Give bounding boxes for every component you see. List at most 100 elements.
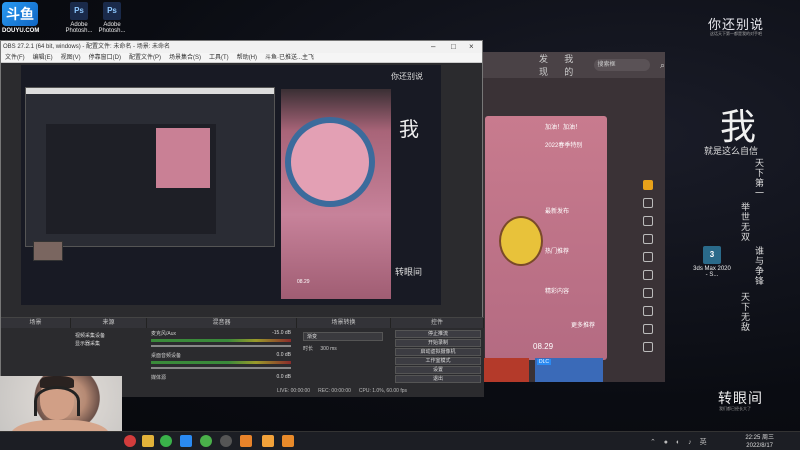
gamepad-icon[interactable] <box>643 180 653 190</box>
controller-icon[interactable] <box>643 198 653 208</box>
obs-titlebar: OBS 27.2.1 (64 bit, windows) - 配置文件: 未命名… <box>1 41 482 53</box>
app-icon[interactable] <box>282 435 294 447</box>
wallpaper-column: 天下无敌 <box>739 292 749 332</box>
menu-item[interactable]: 场景集合(S) <box>169 53 201 62</box>
3dsmax-icon: 3 <box>703 246 721 264</box>
transitions-dock-header: 场景转换 <box>297 318 391 328</box>
transition-select[interactable]: 渐变 <box>303 332 383 341</box>
settings-button[interactable]: 设置 <box>395 366 481 374</box>
thumbnail[interactable] <box>481 358 529 382</box>
photoshop-icon: Ps <box>70 2 88 20</box>
bag-icon[interactable] <box>643 306 653 316</box>
maximize-icon[interactable]: □ <box>451 41 456 53</box>
stop-streaming-button[interactable]: 停止推流 <box>395 330 481 338</box>
app-nav-item[interactable]: 我的 <box>564 52 579 78</box>
panel-row[interactable]: 热门推荐 <box>545 246 569 255</box>
desktop-icon-photoshop-2[interactable]: Ps Adobe Photosh... <box>93 2 131 34</box>
nested-titlebar <box>26 88 274 94</box>
wallpaper-column: 谁与争锋 <box>753 246 763 286</box>
virtual-camera-button[interactable]: 启动虚拟摄像机 <box>395 348 481 356</box>
preview-date: 08.29 <box>297 279 310 285</box>
system-tray[interactable]: ⌃ ● ◐ ♪ 英 <box>650 437 710 447</box>
preview-poem-title: 你还别说 <box>391 72 423 81</box>
nested-obs-capture-inner <box>46 124 216 234</box>
cart-icon[interactable] <box>643 324 653 334</box>
source-item[interactable]: 显示器采集 <box>75 340 100 347</box>
duration-value[interactable]: 300 ms <box>320 346 336 352</box>
rec-timer: REC: 00:00:00 <box>318 388 351 394</box>
app-nav-item[interactable]: 发现 <box>539 52 554 78</box>
close-icon[interactable]: × <box>469 41 474 53</box>
exit-button[interactable]: 退出 <box>395 375 481 383</box>
app-icon[interactable] <box>240 435 252 447</box>
fullscreen-icon[interactable] <box>643 342 653 352</box>
mascot-illustration <box>499 216 543 266</box>
desktop-icon-label: 3ds Max 2020 - S... <box>693 266 731 278</box>
desktop: 斗鱼 DOUYU.COM Ps Adobe Photosh... Ps Adob… <box>0 0 800 450</box>
desktop-icon-3dsmax[interactable]: 3 3ds Max 2020 - S... <box>693 246 731 278</box>
preview-big-char: 我 <box>399 117 419 141</box>
wechat-icon[interactable] <box>160 435 172 447</box>
menu-item[interactable]: 帮助(H) <box>237 53 257 62</box>
location-icon[interactable] <box>643 288 653 298</box>
more-link[interactable]: 更多推荐 <box>571 320 595 329</box>
chat-icon[interactable] <box>643 252 653 262</box>
cpu-fps: CPU: 1.0%, 60.00 fps <box>358 388 407 394</box>
desktop-icon-label: Adobe Photosh... <box>98 22 126 34</box>
douyu-logo-mark: 斗鱼 <box>2 2 38 26</box>
transition-panel: 渐变 时长 300 ms <box>303 332 383 352</box>
wallpaper-zhuan: 转眼间 <box>718 391 763 407</box>
menu-item[interactable]: 配置文件(P) <box>129 53 161 62</box>
obs-menubar: 文件(F) 编辑(E) 视图(V) 停靠窗口(D) 配置文件(P) 场景集合(S… <box>1 53 482 63</box>
minimize-icon[interactable]: – <box>431 41 435 53</box>
source-item[interactable]: 视频采集设备 <box>75 332 105 339</box>
volume-slider[interactable] <box>151 367 291 369</box>
panel-row[interactable]: 加油！加油！ <box>545 122 581 131</box>
volume-meter <box>151 339 291 342</box>
menu-item[interactable]: 文件(F) <box>5 53 25 62</box>
obs-preview[interactable]: 你还别说 我 转眼间 08.29 <box>21 65 441 305</box>
folder-icon[interactable] <box>142 435 154 447</box>
browser-icon[interactable] <box>124 435 136 447</box>
app-icon[interactable] <box>262 435 274 447</box>
headset-icon <box>34 386 80 416</box>
menu-item[interactable]: 编辑(E) <box>33 53 53 62</box>
panel-row[interactable]: 最新发布 <box>545 206 569 215</box>
panel-row[interactable]: 2022春季特别 <box>545 140 582 149</box>
trophy-icon[interactable] <box>643 234 653 244</box>
app-search-input[interactable]: 搜索框 <box>593 59 650 71</box>
mixer-channel[interactable]: 媒体源 0.0 dB <box>151 374 291 394</box>
clock-date: 2022/8/17 <box>746 443 773 449</box>
panel-row[interactable]: 精彩内容 <box>545 286 569 295</box>
obs-statusbar: LIVE: 00:00:00 REC: 00:00:00 CPU: 1.0%, … <box>277 388 407 394</box>
obs-icon[interactable] <box>220 435 232 447</box>
screen-icon[interactable] <box>643 270 653 280</box>
sources-dock-header: 来源 <box>71 318 147 328</box>
gift-icon[interactable] <box>643 216 653 226</box>
mixer-channel-label: 桌面音频设备 <box>151 353 182 359</box>
menu-item[interactable]: 工具(T) <box>209 53 229 62</box>
menu-item[interactable]: 视图(V) <box>61 53 81 62</box>
mixer-channel[interactable]: 桌面音频设备 0.0 dB <box>151 352 291 372</box>
studio-mode-button[interactable]: 工作室模式 <box>395 357 481 365</box>
volume-slider[interactable] <box>151 345 291 347</box>
mixer-channel-db: -15.0 dB <box>272 330 291 336</box>
search-icon[interactable]: ⌕ <box>660 60 665 71</box>
menu-item[interactable]: 停靠窗口(D) <box>89 53 121 62</box>
menu-item[interactable]: 斗鱼·已推送...主飞 <box>265 53 314 62</box>
app-icon[interactable] <box>180 435 192 447</box>
wallpaper-subtitle: 这话天下第一都是我的对手吧 <box>710 31 762 36</box>
start-recording-button[interactable]: 开始录制 <box>395 339 481 347</box>
thumbnail[interactable]: DLC <box>535 358 603 382</box>
mixer-channel-label: 麦克风/Aux <box>151 331 177 337</box>
preview-zhuan: 转眼间 <box>395 268 423 278</box>
mixer-channel[interactable]: 麦克风/Aux -15.0 dB <box>151 330 291 350</box>
clock-time: 22:25 周三 <box>745 435 774 441</box>
volume-meter <box>151 361 291 364</box>
taskbar: ⌃ ● ◐ ♪ 英 22:25 周三 2022/8/17 <box>0 431 800 450</box>
app-icon[interactable] <box>200 435 212 447</box>
douyu-logo[interactable]: 斗鱼 DOUYU.COM <box>2 2 39 36</box>
clock[interactable]: 22:25 周三 2022/8/17 <box>745 434 774 450</box>
transition-duration[interactable]: 时长 300 ms <box>303 345 383 352</box>
dlc-badge: DLC <box>537 359 552 365</box>
